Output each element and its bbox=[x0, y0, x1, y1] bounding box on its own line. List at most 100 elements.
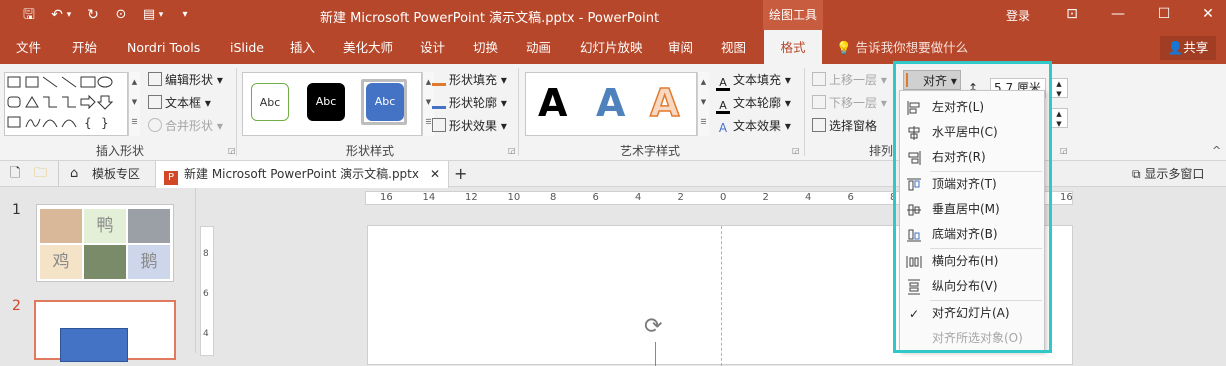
shape-styles-gallery[interactable]: Abc Abc Abc bbox=[242, 72, 422, 136]
customize-qat-icon[interactable]: ▾ bbox=[178, 6, 192, 24]
show-multi-window-button[interactable]: ⧉ 显示多窗口 bbox=[1132, 161, 1204, 187]
collapse-ribbon-icon[interactable]: ^ bbox=[1212, 144, 1221, 157]
ribbon-separator bbox=[236, 68, 237, 156]
insert-shapes-launcher-icon[interactable]: ◲ bbox=[228, 146, 236, 155]
group-label-arrange: 排列 bbox=[868, 144, 893, 158]
tab-nordri-tools[interactable]: Nordri Tools bbox=[127, 30, 200, 64]
folder-icon[interactable]: 🗀 bbox=[34, 161, 47, 187]
hruler-label: 10 bbox=[507, 192, 521, 203]
lightbulb-icon: 💡 bbox=[836, 40, 852, 55]
selection-pane-label: 选择窗格 bbox=[829, 119, 878, 133]
hruler-label: 2 bbox=[762, 192, 769, 203]
new-file-icon[interactable]: 🗋 bbox=[10, 161, 20, 187]
tab-review[interactable]: 审阅 bbox=[668, 30, 693, 64]
send-backward-button[interactable]: 下移一层 ▾ bbox=[812, 93, 887, 113]
shape-style-black[interactable]: Abc bbox=[307, 83, 345, 121]
start-from-beginning-icon[interactable]: ⊙ bbox=[112, 6, 130, 24]
powerpoint-icon: P bbox=[164, 171, 178, 185]
text-outline-button[interactable]: A 文本轮廓 ▾ bbox=[716, 93, 791, 114]
tell-me-text: 告诉我你想要做什么 bbox=[855, 40, 969, 55]
tab-slideshow[interactable]: 幻灯片放映 bbox=[580, 30, 643, 64]
shape-style-outline[interactable]: Abc bbox=[251, 83, 289, 121]
tab-design[interactable]: 设计 bbox=[420, 30, 445, 64]
send-backward-label: 下移一层 bbox=[829, 96, 878, 110]
login-link[interactable]: 登录 bbox=[1006, 7, 1030, 24]
undo-dropdown-icon[interactable]: ▾ bbox=[64, 6, 74, 24]
wordart-scroll[interactable]: ▲ ▼ ☰ bbox=[697, 72, 709, 136]
shape-fill-button[interactable]: 形状填充 ▾ bbox=[432, 70, 507, 90]
shape-gallery[interactable]: { } bbox=[4, 72, 128, 136]
rotate-handle-icon[interactable]: ⟳ bbox=[644, 314, 662, 339]
textbox-button[interactable]: 文本框 ▾ bbox=[148, 93, 211, 113]
templates-tab[interactable]: 模板专区 bbox=[92, 161, 140, 187]
tab-format[interactable]: 格式 bbox=[764, 30, 822, 64]
size-launcher-icon[interactable]: ◲ bbox=[1060, 146, 1068, 155]
merge-shapes-icon bbox=[148, 118, 162, 132]
tab-animations[interactable]: 动画 bbox=[526, 30, 551, 64]
shape-fill-label: 形状填充 bbox=[449, 73, 498, 87]
shape-gallery-scroll[interactable]: ▲ ▼ ☰ bbox=[128, 72, 140, 136]
shape-styles-launcher-icon[interactable]: ◲ bbox=[508, 146, 516, 155]
tab-file[interactable]: 文件 bbox=[16, 30, 41, 64]
maximize-icon[interactable]: ☐ bbox=[1154, 4, 1174, 24]
tab-transitions[interactable]: 切换 bbox=[473, 30, 498, 64]
thumb-text-duck: 鸭 bbox=[84, 209, 126, 243]
wordart-style-black[interactable]: A bbox=[538, 81, 567, 125]
document-tab[interactable]: P 新建 Microsoft PowerPoint 演示文稿.pptx ✕ bbox=[155, 161, 449, 188]
text-effects-button[interactable]: A 文本效果 ▾ bbox=[716, 116, 791, 136]
slide-number: 2 bbox=[12, 298, 21, 314]
shape-effects-icon bbox=[432, 118, 446, 132]
save-icon[interactable]: 🖫 bbox=[20, 6, 38, 24]
layout-dropdown-icon[interactable]: ▾ bbox=[156, 6, 166, 24]
share-button[interactable]: 👤共享 bbox=[1160, 36, 1216, 60]
ribbon-tab-bar: 文件 开始 Nordri Tools iSlide 插入 美化大师 设计 切换 … bbox=[0, 30, 1226, 64]
bring-forward-icon bbox=[812, 72, 826, 86]
document-tab-label: 新建 Microsoft PowerPoint 演示文稿.pptx bbox=[184, 167, 419, 181]
tab-meihua[interactable]: 美化大师 bbox=[343, 30, 393, 64]
tab-home[interactable]: 开始 bbox=[72, 30, 97, 64]
hruler-label: 2 bbox=[677, 192, 684, 203]
duck-image bbox=[84, 245, 126, 279]
minimize-icon[interactable]: — bbox=[1108, 4, 1128, 24]
slide-thumbnail-1[interactable]: 鸭 鸡 鹅 bbox=[36, 204, 174, 282]
text-fill-button[interactable]: A 文本填充 ▾ bbox=[716, 70, 791, 91]
redo-icon[interactable]: ↻ bbox=[84, 6, 102, 24]
tab-view[interactable]: 视图 bbox=[721, 30, 746, 64]
bring-forward-button[interactable]: 上移一层 ▾ bbox=[812, 70, 887, 90]
tell-me-search[interactable]: 💡 告诉我你想要做什么 bbox=[836, 30, 968, 64]
hruler-label: 4 bbox=[805, 192, 812, 203]
wordart-style-orange[interactable]: A bbox=[649, 80, 680, 126]
merge-shapes-button[interactable]: 合并形状 ▾ bbox=[148, 116, 223, 136]
hruler-label: 0 bbox=[720, 192, 727, 203]
wordart-gallery[interactable]: A A A bbox=[525, 72, 697, 136]
shape-effects-button[interactable]: 形状效果 ▾ bbox=[432, 116, 507, 136]
tab-islide[interactable]: iSlide bbox=[230, 30, 264, 64]
width-spinner[interactable]: ▲ ▼ bbox=[1050, 108, 1068, 128]
hruler-label: 14 bbox=[422, 192, 436, 203]
shape-style-blue[interactable]: Abc bbox=[366, 83, 404, 121]
paint-bucket-icon bbox=[432, 72, 446, 86]
close-icon[interactable]: ✕ bbox=[1198, 4, 1218, 24]
rotate-handle-line bbox=[655, 342, 656, 366]
wordart-launcher-icon[interactable]: ◲ bbox=[792, 146, 800, 155]
edit-shape-label: 编辑形状 bbox=[165, 73, 214, 87]
close-tab-icon[interactable]: ✕ bbox=[430, 161, 440, 187]
group-label-shape-styles: 形状样式 bbox=[345, 144, 394, 158]
edit-shape-icon bbox=[148, 72, 162, 86]
slide-thumbnail-2[interactable] bbox=[34, 300, 176, 362]
edit-shape-button[interactable]: 编辑形状 ▾ bbox=[148, 70, 223, 90]
hruler-label: 8 bbox=[550, 192, 557, 203]
new-tab-icon[interactable]: + bbox=[454, 161, 467, 187]
thumb-text-chicken: 鸡 bbox=[40, 245, 82, 279]
selection-pane-icon bbox=[812, 118, 826, 132]
height-spinner[interactable]: ▲ ▼ bbox=[1050, 78, 1068, 98]
ribbon-display-options-icon[interactable]: ⊡ bbox=[1062, 4, 1082, 24]
wordart-style-blue[interactable]: A bbox=[596, 81, 625, 125]
shape-outline-button[interactable]: 形状轮廓 ▾ bbox=[432, 93, 507, 113]
slide-number: 1 bbox=[12, 202, 21, 218]
hruler-label: 16 bbox=[380, 192, 393, 203]
selection-pane-button[interactable]: 选择窗格 bbox=[812, 116, 877, 136]
tab-insert[interactable]: 插入 bbox=[290, 30, 315, 64]
text-fill-label: 文本填充 bbox=[733, 73, 782, 87]
home-icon[interactable]: ⌂ bbox=[70, 161, 78, 187]
